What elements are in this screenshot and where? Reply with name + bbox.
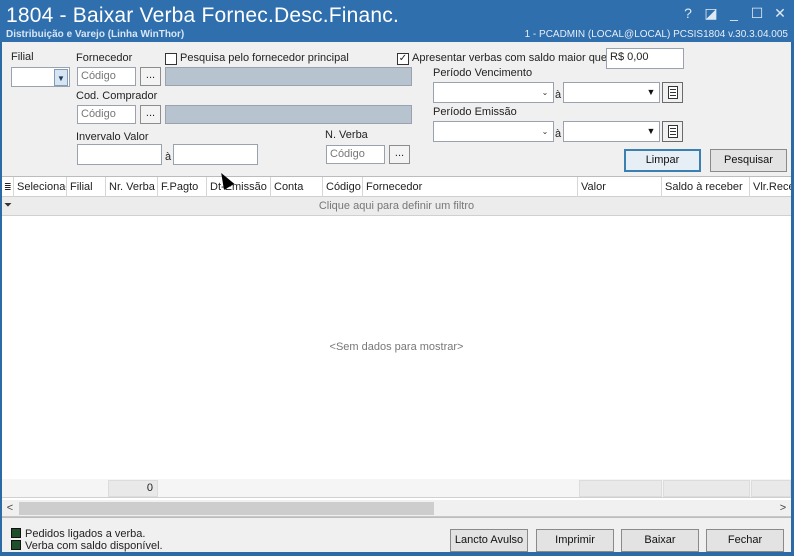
chevron-down-icon[interactable]: ⌄ <box>538 123 552 140</box>
valor-range-separator: à <box>165 151 172 163</box>
lancto-avulso-button[interactable]: Lancto Avulso <box>450 529 528 552</box>
close-icon[interactable]: ✕ <box>770 4 790 22</box>
summary-cell <box>579 480 662 497</box>
grid-header: ≣ Selecionad Filial Nr. Verba F.Pagto Dt… <box>2 177 791 197</box>
fornecedor-search-button[interactable]: ... <box>140 67 161 86</box>
baixar-button[interactable]: Baixar <box>621 529 699 552</box>
help-icon[interactable]: ? <box>678 4 698 22</box>
fechar-button[interactable]: Fechar <box>706 529 784 552</box>
comprador-name-field <box>165 105 412 124</box>
limpar-button[interactable]: Limpar <box>624 149 701 172</box>
fornecedor-label: Fornecedor <box>76 52 133 64</box>
saldo-maior-checkbox[interactable]: ✓ <box>397 53 409 65</box>
column-header[interactable]: Selecionad <box>14 177 67 197</box>
column-header[interactable]: Fornecedor <box>363 177 578 197</box>
comprador-code-input[interactable]: Código <box>77 105 136 124</box>
column-chooser-icon[interactable]: ≣ <box>2 177 14 197</box>
horizontal-scrollbar[interactable]: < > <box>2 500 791 517</box>
filial-combo[interactable]: ▼ <box>11 67 70 87</box>
emissao-calendar-icon[interactable] <box>662 121 683 142</box>
valor-from-input[interactable] <box>77 144 162 165</box>
legend-swatch <box>11 540 21 550</box>
n-verba-input[interactable]: Código <box>326 145 385 164</box>
emissao-from-date[interactable]: ⌄ <box>433 121 554 142</box>
grid-summary-footer: 0 <box>2 479 791 498</box>
emissao-range-separator: à <box>555 128 562 140</box>
periodo-vencimento-label: Período Vencimento <box>433 67 533 79</box>
filial-label: Filial <box>11 51 34 63</box>
window-title: 1804 - Baixar Verba Fornec.Desc.Financ. <box>6 4 399 27</box>
vencimento-from-date[interactable]: ⌄ <box>433 82 554 103</box>
emissao-to-date[interactable]: ▼ <box>563 121 660 142</box>
column-header[interactable]: F.Pagto <box>158 177 207 197</box>
filter-icon: ⏷ <box>4 200 12 211</box>
vencimento-to-date[interactable]: ▼ <box>563 82 660 103</box>
vencimento-calendar-icon[interactable] <box>662 82 683 103</box>
legend-label: Pedidos ligados a verba. <box>25 528 146 540</box>
pesquisar-button[interactable]: Pesquisar <box>710 149 787 172</box>
column-header[interactable]: Valor <box>578 177 662 197</box>
session-info: 1 - PCADMIN (LOCAL@LOCAL) PCSIS1804 v.30… <box>524 29 788 40</box>
fornecedor-name-field <box>165 67 412 86</box>
intervalo-valor-label: Invervalo Valor <box>76 131 149 143</box>
scroll-right-icon[interactable]: > <box>775 500 791 517</box>
valor-to-input[interactable] <box>173 144 258 165</box>
periodo-emissao-label: Período Emissão <box>433 106 517 118</box>
title-bar: 1804 - Baixar Verba Fornec.Desc.Financ. … <box>0 0 794 42</box>
imprimir-button[interactable]: Imprimir <box>536 529 614 552</box>
comprador-search-button[interactable]: ... <box>140 105 161 124</box>
vencimento-range-separator: à <box>555 89 562 101</box>
filter-row[interactable]: ⏷ Clique aqui para definir um filtro <box>2 197 791 216</box>
results-grid[interactable]: ≣ Selecionad Filial Nr. Verba F.Pagto Dt… <box>2 176 791 518</box>
n-verba-search-button[interactable]: ... <box>389 145 410 164</box>
column-header[interactable]: Dt-Emissão <box>207 177 271 197</box>
legend-label: Verba com saldo disponível. <box>25 540 163 552</box>
chevron-down-icon[interactable]: ▼ <box>644 84 658 101</box>
main-panel: Filial ▼ Fornecedor Código ... Pesquisa … <box>2 42 791 552</box>
empty-message: <Sem dados para mostrar> <box>329 341 464 353</box>
n-verba-label: N. Verba <box>325 129 368 141</box>
scroll-left-icon[interactable]: < <box>2 500 18 517</box>
pesquisa-principal-label: Pesquisa pelo fornecedor principal <box>180 52 349 64</box>
cod-comprador-label: Cod. Comprador <box>76 90 158 102</box>
minimize-icon[interactable]: _ <box>724 4 744 22</box>
legend-item: Pedidos ligados a verba. <box>11 528 145 540</box>
column-header[interactable]: Filial <box>67 177 106 197</box>
summary-count: 0 <box>108 480 158 497</box>
column-header[interactable]: Conta <box>271 177 323 197</box>
scrollbar-thumb[interactable] <box>19 502 434 515</box>
window-subtitle: Distribuição e Varejo (Linha WinThor) <box>6 29 185 40</box>
summary-cell <box>751 480 791 497</box>
column-header[interactable]: Vlr.Rece <box>750 177 791 197</box>
saldo-value-input[interactable]: R$ 0,00 <box>606 48 684 69</box>
column-header[interactable]: Nr. Verba <box>106 177 158 197</box>
chevron-down-icon[interactable]: ▼ <box>54 69 68 86</box>
filter-prompt: Clique aqui para definir um filtro <box>318 200 475 212</box>
fornecedor-code-input[interactable]: Código <box>77 67 136 86</box>
legend-item: Verba com saldo disponível. <box>11 540 163 552</box>
column-header[interactable]: Saldo à receber <box>662 177 750 197</box>
saldo-maior-label: Apresentar verbas com saldo maior que <box>412 52 608 64</box>
legend-swatch <box>11 528 21 538</box>
summary-cell <box>663 480 750 497</box>
chevron-down-icon[interactable]: ⌄ <box>538 84 552 101</box>
pesquisa-principal-checkbox[interactable] <box>165 53 177 65</box>
maximize-icon[interactable]: ☐ <box>747 4 767 22</box>
restore-icon[interactable]: ◪ <box>701 4 721 22</box>
column-header[interactable]: Código <box>323 177 363 197</box>
chevron-down-icon[interactable]: ▼ <box>644 123 658 140</box>
